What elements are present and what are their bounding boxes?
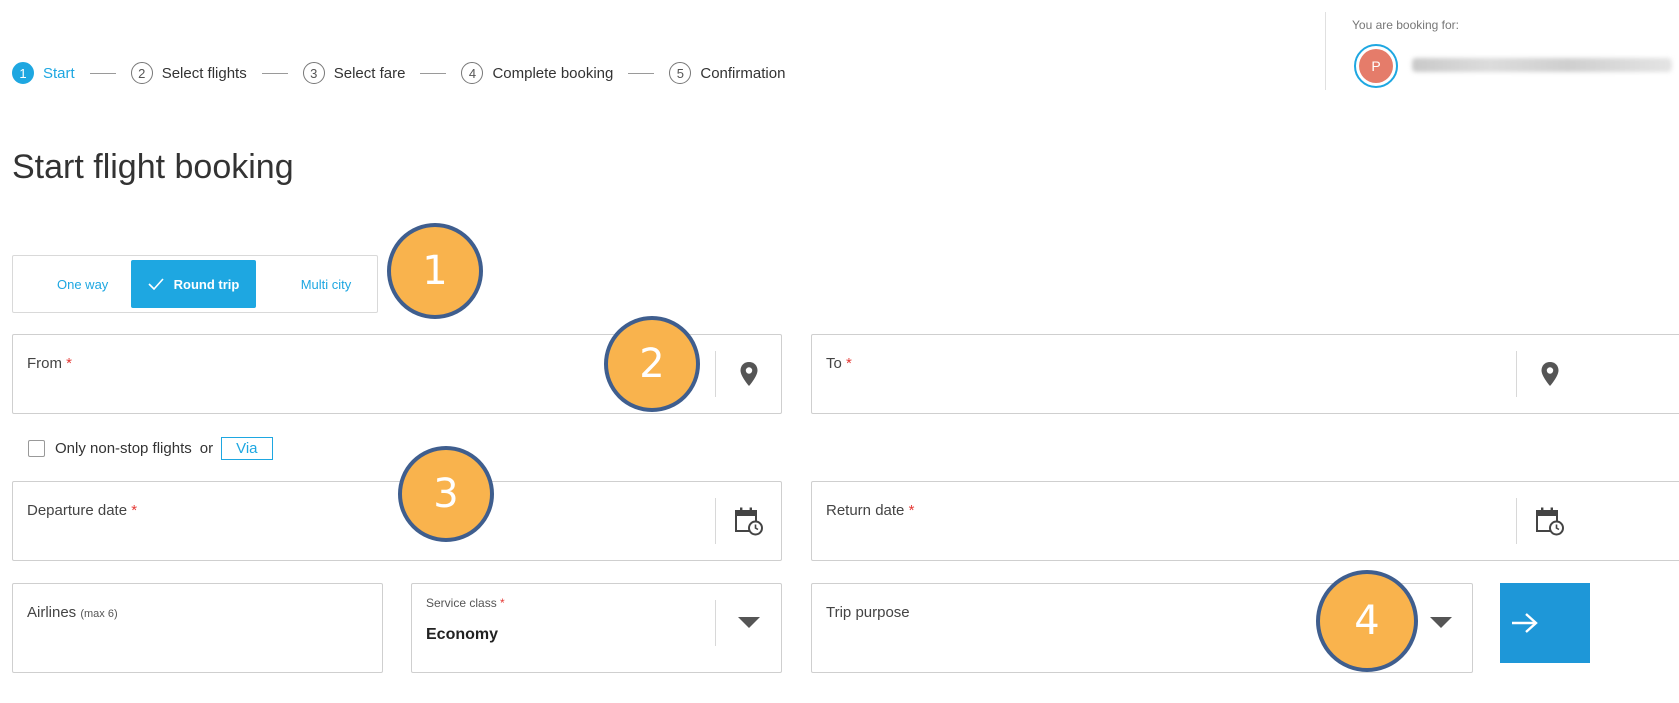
service-class-value: Economy	[426, 626, 499, 643]
nonstop-label: Only non-stop flights	[55, 440, 192, 457]
required-mark: *	[908, 502, 915, 519]
annotation-marker-2: 2	[604, 316, 700, 412]
round-trip-option[interactable]: Round trip	[131, 260, 256, 308]
annotation-marker-1: 1	[387, 223, 483, 319]
step-label: Complete booking	[492, 64, 614, 82]
step-confirmation: 5 Confirmation	[669, 62, 785, 84]
required-mark: *	[66, 355, 73, 372]
booking-for-divider	[1325, 12, 1326, 90]
search-flights-button[interactable]	[1500, 583, 1590, 663]
to-label-text: To	[826, 355, 842, 372]
avatar[interactable]: P	[1354, 44, 1398, 88]
airlines-label: Airlines (max 6)	[27, 604, 118, 621]
step-connector	[261, 72, 288, 74]
step-label: Start	[43, 64, 75, 82]
step-number: 4	[461, 62, 484, 84]
airlines-field[interactable]: Airlines (max 6)	[12, 583, 383, 673]
step-complete-booking: 4 Complete booking	[461, 62, 613, 84]
return-date-label-text: Return date	[826, 502, 905, 519]
calendar-clock-icon[interactable]	[716, 482, 782, 560]
calendar-clock-icon[interactable]	[1517, 482, 1583, 560]
one-way-option[interactable]: One way	[39, 260, 139, 308]
departure-date-label: Departure date *	[27, 502, 137, 519]
required-mark: *	[846, 355, 852, 372]
service-class-label: Service class *	[426, 596, 505, 610]
from-label: From *	[27, 355, 72, 372]
step-start: 1 Start	[12, 62, 75, 84]
arrow-right-icon	[1512, 613, 1538, 633]
annotation-marker-3: 3	[398, 446, 494, 542]
step-number: 3	[302, 62, 325, 84]
step-number: 1	[12, 62, 34, 84]
step-select-flights: 2 Select flights	[130, 62, 247, 84]
to-label: To *	[826, 355, 852, 372]
via-button[interactable]: Via	[221, 437, 273, 460]
check-icon	[148, 278, 164, 290]
map-pin-icon[interactable]	[1517, 335, 1583, 413]
step-label: Select fare	[333, 64, 406, 82]
step-connector	[628, 72, 655, 74]
step-number: 2	[130, 62, 153, 84]
departure-date-field[interactable]: Departure date *	[12, 481, 782, 561]
trip-type-toggle: One way Round trip Multi city	[12, 255, 378, 313]
nonstop-checkbox[interactable]	[28, 440, 45, 457]
chevron-down-icon[interactable]	[716, 584, 782, 662]
return-date-label: Return date *	[826, 502, 914, 519]
or-text: or	[199, 440, 214, 457]
page-title: Start flight booking	[12, 148, 294, 186]
avatar-initial: P	[1359, 49, 1393, 83]
step-number: 5	[669, 62, 692, 84]
annotation-marker-4: 4	[1316, 570, 1418, 672]
progress-stepper: 1 Start 2 Select flights 3 Select fare 4…	[12, 60, 785, 86]
one-way-label: One way	[57, 276, 109, 292]
traveler-name-redacted	[1412, 58, 1672, 72]
service-class-select[interactable]: Service class * Economy	[411, 583, 782, 673]
step-select-fare: 3 Select fare	[302, 62, 406, 84]
round-trip-label: Round trip	[173, 276, 240, 292]
departure-date-label-text: Departure date	[27, 502, 128, 519]
map-pin-icon[interactable]	[716, 335, 782, 413]
booking-for-label: You are booking for:	[1352, 18, 1459, 32]
from-label-text: From	[27, 355, 62, 372]
required-mark: *	[131, 502, 138, 519]
service-class-label-text: Service class	[426, 596, 497, 610]
step-connector	[420, 72, 447, 74]
trip-purpose-label: Trip purpose	[826, 604, 910, 621]
step-label: Confirmation	[700, 64, 786, 82]
multi-city-option[interactable]: Multi city	[281, 260, 371, 308]
airlines-label-text: Airlines	[27, 604, 77, 621]
step-label: Select flights	[161, 64, 247, 82]
airlines-hint: (max 6)	[80, 608, 118, 620]
multi-city-label: Multi city	[300, 276, 352, 292]
required-mark: *	[500, 596, 505, 610]
return-date-field[interactable]: Return date *	[811, 481, 1679, 561]
step-connector	[89, 72, 116, 74]
nonstop-row: Only non-stop flights or Via	[28, 437, 273, 460]
to-field[interactable]: To *	[811, 334, 1679, 414]
